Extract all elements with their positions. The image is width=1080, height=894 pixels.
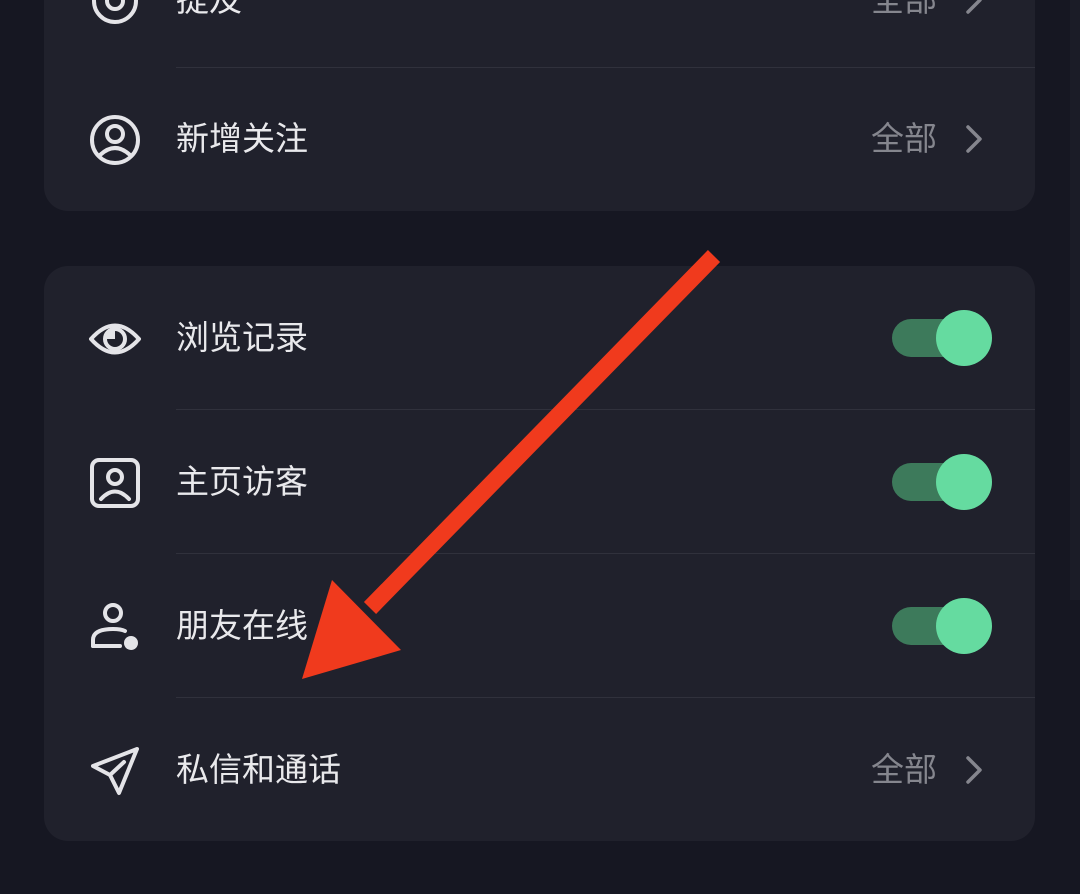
settings-row-label: 浏览记录	[176, 318, 308, 357]
toggle-knob	[936, 454, 992, 510]
scroll-edge	[1070, 0, 1080, 600]
profile-visitors-toggle[interactable]	[892, 454, 992, 510]
settings-row-messages-calls[interactable]: 私信和通话 全部	[44, 698, 1035, 842]
settings-row-friends-online: 朋友在线	[44, 554, 1035, 698]
paper-plane-icon	[88, 744, 142, 798]
at-icon	[88, 0, 142, 28]
user-online-icon	[88, 600, 142, 654]
settings-row-mentions[interactable]: 提及 全部	[44, 0, 1035, 72]
chevron-right-icon	[963, 754, 985, 786]
friends-online-toggle[interactable]	[892, 598, 992, 654]
profile-card-icon	[88, 456, 142, 510]
eye-icon	[88, 312, 142, 366]
settings-row-value: 全部	[871, 119, 937, 158]
settings-row-label: 私信和通话	[176, 750, 341, 789]
toggle-knob	[936, 310, 992, 366]
settings-row-new-followers[interactable]: 新增关注 全部	[44, 67, 1035, 211]
notification-settings-card: 提及 全部 新增关注 全部	[44, 0, 1035, 211]
user-circle-icon	[88, 113, 142, 167]
settings-row-value: 全部	[871, 750, 937, 789]
chevron-right-icon	[963, 123, 985, 155]
privacy-settings-card: 浏览记录 主页访客 朋友在线 私信和通话 全部	[44, 266, 1035, 841]
settings-row-label: 提及	[176, 0, 242, 22]
settings-row-label: 朋友在线	[176, 606, 308, 645]
settings-row-label: 主页访客	[176, 462, 308, 501]
chevron-right-icon	[963, 0, 985, 16]
browsing-history-toggle[interactable]	[892, 310, 992, 366]
settings-row-value: 全部	[871, 0, 937, 22]
settings-row-browsing-history: 浏览记录	[44, 266, 1035, 410]
settings-row-profile-visitors: 主页访客	[44, 410, 1035, 554]
toggle-knob	[936, 598, 992, 654]
settings-row-label: 新增关注	[176, 119, 308, 158]
